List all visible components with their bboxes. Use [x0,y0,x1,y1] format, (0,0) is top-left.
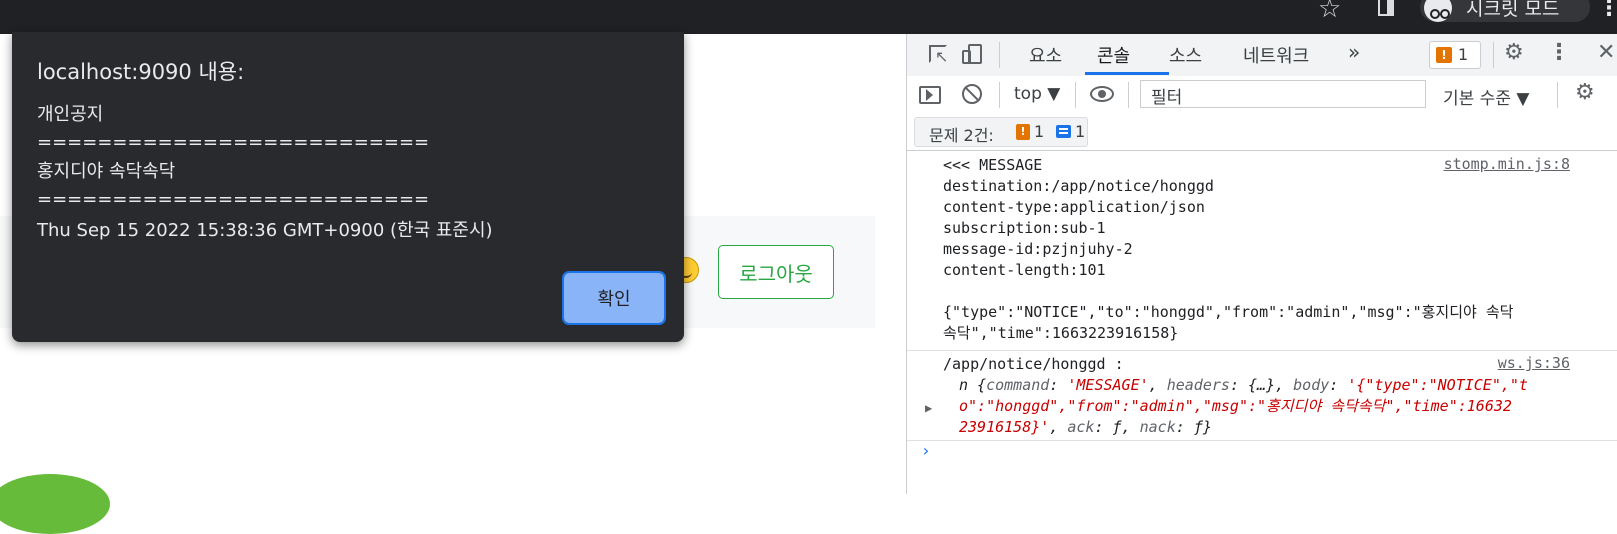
tab-console[interactable]: 콘솔 [1097,42,1130,68]
incognito-icon [1424,0,1452,22]
issues-label: 문제 2건: [929,126,994,145]
divider [999,82,1000,108]
source-link[interactable]: stomp.min.js:8 [1444,155,1570,173]
log-line: subscription:sub-1 [943,219,1106,237]
warning-count: 1 [1034,122,1045,141]
expand-triangle-icon[interactable]: ▶ [925,401,932,415]
decorative-leaf [0,474,110,534]
divider [1128,82,1129,108]
close-icon[interactable]: ✕ [1597,40,1615,65]
info-count: 1 [1075,122,1086,141]
side-panel-icon[interactable] [1378,0,1394,16]
ok-button[interactable]: 확인 [562,271,666,325]
logout-button[interactable]: 로그아웃 [718,245,834,299]
log-line: <<< MESSAGE [943,156,1043,174]
log-line: message-id:pzjnjuhy-2 [943,240,1133,258]
console-message: <<< MESSAGE destination:/app/notice/hong… [907,151,1617,351]
dialog-title: localhost:9090 내용: [37,60,245,84]
console-prompt[interactable]: › [921,441,931,460]
warning-icon: ! [1436,47,1452,63]
log-line: 속닥","time":1663223916158} [943,324,1179,342]
alert-dialog: localhost:9090 내용: 개인공지 ================… [12,32,684,342]
log-line: {"type":"NOTICE","to":"honggd","from":"a… [943,303,1514,321]
log-level-dropdown[interactable]: 기본 수준 ▼ [1443,84,1529,109]
browser-menu-icon[interactable]: ⋮ [1598,0,1617,21]
console-sidebar-icon[interactable] [919,86,941,104]
context-selector[interactable]: top ▼ [1014,84,1060,104]
dialog-line: ========================== [37,132,430,153]
active-tab-indicator [1085,72,1169,75]
divider [999,42,1000,68]
dialog-line: ========================== [37,189,430,210]
dialog-line: Thu Sep 15 2022 15:38:36 GMT+0900 (한국 표준… [37,220,493,241]
inspect-element-icon[interactable] [929,45,948,66]
console-settings-gear-icon[interactable]: ⚙ [1575,80,1595,105]
info-message-icon [1056,125,1071,138]
log-line: content-type:application/json [943,198,1205,216]
star-icon[interactable]: ☆ [1318,0,1341,24]
divider [1493,42,1494,68]
log-line: destination:/app/notice/honggd [943,177,1214,195]
issues-badge[interactable]: ! 1 [1429,41,1481,69]
tab-elements[interactable]: 요소 [1029,42,1062,68]
divider [1557,82,1558,108]
more-tabs-icon[interactable]: » [1348,40,1360,64]
incognito-label: 시크릿 모드 [1466,0,1560,20]
console-toolbar: top ▼ 필터 기본 수준 ▼ ⚙ [907,76,1617,115]
object-preview-cont: o":"honggd","from":"admin","msg":"홍지디야 속… [959,397,1512,415]
object-preview[interactable]: n {command: 'MESSAGE', headers: {…}, bod… [959,375,1528,396]
log-line: /app/notice/honggd : [943,355,1124,373]
live-expression-eye-icon[interactable] [1090,86,1114,102]
settings-gear-icon[interactable]: ⚙ [1504,40,1524,65]
dialog-line: 개인공지 [37,104,104,125]
devtools-panel: 요소 콘솔 소스 네트워크 » ! 1 ⚙ ⋮ ✕ top ▼ 필터 기본 수준… [906,34,1617,494]
tab-sources[interactable]: 소스 [1169,42,1202,68]
console-message: /app/notice/honggd : ws.js:36 ▶ n {comma… [907,350,1617,441]
issues-count: 1 [1458,45,1469,64]
issues-counter-button[interactable]: 문제 2건: ! 1 1 [914,117,1088,147]
log-line: content-length:101 [943,261,1106,279]
incognito-badge[interactable]: 시크릿 모드 [1420,0,1590,22]
filter-input[interactable]: 필터 [1140,80,1426,108]
browser-toolbar: ☆ 시크릿 모드 ⋮ [0,0,1617,34]
source-link[interactable]: ws.js:36 [1498,354,1570,372]
dialog-line: 홍지디야 속닥속닥 [37,161,176,182]
devtools-menu-icon[interactable]: ⋮ [1548,40,1570,65]
object-preview-cont: 23916158}', ack: ƒ, nack: ƒ} [959,418,1212,436]
devtools-tabbar: 요소 콘솔 소스 네트워크 » ! 1 ⚙ ⋮ ✕ [907,34,1617,77]
divider [1075,82,1076,108]
console-output: <<< MESSAGE destination:/app/notice/hong… [907,151,1617,494]
tab-network[interactable]: 네트워크 [1243,42,1309,68]
issues-bar: 문제 2건: ! 1 1 [907,114,1617,151]
warning-icon: ! [1016,124,1030,140]
device-toolbar-icon[interactable] [962,44,982,66]
clear-console-icon[interactable] [962,84,982,104]
